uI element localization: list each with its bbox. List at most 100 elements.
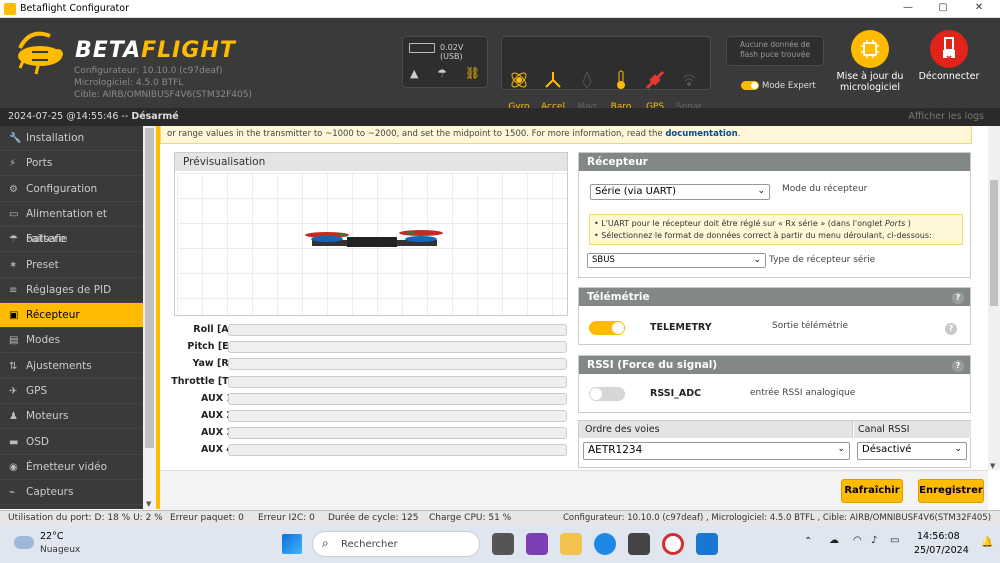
sidebar-item-label: GPS [26, 385, 48, 397]
logo-text: BETAFLIGHT [75, 38, 236, 63]
receiver-panel: Récepteur Série (via UART) ⌄ Mode du réce… [578, 152, 971, 278]
help-icon[interactable]: ? [952, 360, 964, 372]
betaflight-task-icon[interactable] [696, 533, 718, 555]
sidebar-item-r-glages-de-pid[interactable]: ≡ Réglages de PID [0, 278, 143, 303]
sidebar-item-failsafe[interactable]: ☂ Failsafe [0, 227, 143, 253]
sidebar-item-label: Installation [26, 132, 85, 144]
maximize-button[interactable]: ▢ [928, 2, 958, 16]
sidebar-item-installation[interactable]: 🔧 Installation [0, 126, 143, 151]
expert-mode-label: Mode Expert [762, 81, 816, 91]
expert-mode-toggle[interactable] [741, 81, 759, 90]
rssi-adc-toggle[interactable] [589, 387, 625, 401]
update-firmware-label: Mise à jour du micrologiciel [836, 71, 904, 93]
search-box[interactable]: ⌕ Rechercher [312, 531, 480, 557]
parachute-icon: ☂ [9, 234, 18, 246]
gear-icon: ⚙ [9, 183, 18, 195]
sidebar-item-osd[interactable]: ▬ OSD [0, 430, 143, 455]
opera-icon[interactable] [662, 533, 684, 555]
voltage-readout: 0.02V (USB) [440, 43, 464, 61]
show-logs-link[interactable]: Afficher les logs [908, 111, 984, 122]
main-scrollbar[interactable]: ▼ [988, 126, 1000, 470]
sidebar-item--metteur-vid-o[interactable]: ◉ Émetteur vidéo [0, 455, 143, 480]
sidebar-item-label: Ajustements [26, 359, 92, 372]
file-explorer-icon[interactable] [560, 533, 582, 555]
weather-desc[interactable]: Nuageux [40, 545, 80, 555]
osd-icon: ▬ [9, 436, 19, 448]
warning-icon: ▲ [410, 67, 419, 80]
channel-label: Yaw [R] [192, 358, 233, 370]
sidebar-item-label: Preset [26, 258, 59, 271]
chevron-down-icon: ⌄ [753, 255, 761, 265]
sidebar-item-preset[interactable]: ✶ Preset [0, 253, 143, 278]
receiver-notice: or range values in the transmitter to ~1… [160, 126, 972, 144]
adjust-icon: ⇅ [9, 360, 18, 372]
status-bar: Utilisation du port: D: 18 % U: 2 % Erre… [0, 510, 1000, 526]
update-firmware-button[interactable] [851, 30, 889, 68]
task-view-icon[interactable] [492, 533, 514, 555]
cpu-load: Charge CPU: 51 % [429, 513, 512, 523]
clock-date[interactable]: 25/07/2024 [914, 545, 969, 556]
sensor-icon: ⌁ [9, 487, 16, 499]
cloud-icon [14, 536, 34, 549]
sidebar-item-label: Capteurs [26, 486, 74, 499]
chevron-down-icon: ⌄ [757, 186, 765, 196]
sidebar-item-moteurs[interactable]: ♟ Moteurs [0, 404, 143, 430]
usb-disconnect-icon [943, 37, 955, 61]
sidebar-item-alimentation-et-batterie[interactable]: ▭ Alimentation et batterie [0, 202, 143, 245]
sidebar-scrollbar[interactable]: ▼ [143, 126, 156, 509]
chip-icon [861, 40, 879, 58]
sidebar-item-label: Ports [26, 157, 53, 170]
notification-icon[interactable]: 🔔 [981, 537, 993, 548]
cycle-time: Durée de cycle: 125 [328, 513, 419, 523]
sidebar-item-ports[interactable]: ⚡ Ports [0, 151, 143, 177]
sidebar-item-ajustements[interactable]: ⇅ Ajustements [0, 354, 143, 379]
modes-icon: ▤ [9, 335, 19, 347]
refresh-button[interactable]: Rafraîchir [841, 479, 903, 503]
help-icon[interactable]: ? [945, 323, 957, 335]
channel-row: Throttle [T] [156, 374, 576, 391]
status-datetime: 2024-07-25 @14:55:46 -- Désarmé [8, 111, 179, 122]
telemetry-title: Télémétrie [579, 288, 970, 306]
arm-state: Désarmé [131, 111, 179, 122]
sidebar-item-gps[interactable]: ✈ GPS [0, 379, 143, 404]
wifi-icon[interactable]: ◠ [853, 535, 862, 546]
clock-time[interactable]: 14:56:08 [917, 531, 960, 542]
sidebar-nav: 🔧 Installation ⚡ Ports ⚙ Configuration ▭ Alimen… [0, 126, 143, 509]
channel-row: AUX 2 [156, 408, 576, 425]
battery-icon: ▭ [9, 208, 19, 220]
rssi-channel-select[interactable]: Désactivé ⌄ [857, 442, 967, 460]
edge-icon[interactable] [594, 533, 616, 555]
battery-tray-icon[interactable]: ▭ [890, 535, 899, 546]
help-icon[interactable]: ? [952, 292, 964, 304]
tray-chevron-icon[interactable]: ⌃ [804, 536, 812, 547]
sidebar-item-r-cepteur[interactable]: ▣ Récepteur [0, 303, 143, 329]
disconnect-button[interactable] [930, 30, 968, 68]
receiver-info-box: • L'UART pour le récepteur doit être rég… [589, 214, 963, 245]
channel-bar [228, 444, 567, 457]
onedrive-icon[interactable]: ☁ [829, 535, 839, 546]
documentation-link[interactable]: documentation [665, 129, 737, 139]
rssi-adc-desc: entrée RSSI analogique [750, 388, 856, 398]
firmware-version: Micrologiciel: 4.5.0 BTFL [74, 78, 184, 88]
motor-icon: ♟ [9, 411, 18, 423]
telemetry-toggle[interactable] [589, 321, 625, 335]
save-button[interactable]: Enregistrer [918, 479, 984, 503]
weather-temp[interactable]: 22°C [40, 531, 63, 542]
receiver-mode-select[interactable]: Série (via UART) ⌄ [590, 184, 770, 200]
start-icon[interactable] [282, 534, 302, 554]
sidebar-item-label: OSD [26, 435, 50, 448]
channel-order-select[interactable]: AETR1234 ⌄ [583, 442, 850, 460]
close-window-button[interactable]: ✕ [964, 2, 994, 16]
volume-icon[interactable]: ♪ [871, 535, 877, 546]
flash-status: Aucune donnée de flash puce trouvée [726, 36, 824, 66]
receiver-icon: ▣ [9, 310, 19, 322]
serial-receiver-select[interactable]: SBUS ⌄ [587, 253, 766, 268]
sidebar-item-modes[interactable]: ▤ Modes [0, 328, 143, 354]
onenote-icon[interactable] [526, 533, 548, 555]
sidebar-item-configuration[interactable]: ⚙ Configuration [0, 177, 143, 202]
minimize-button[interactable]: — [893, 2, 923, 16]
sidebar-item-capteurs[interactable]: ⌁ Capteurs [0, 480, 143, 506]
channel-label: Throttle [T] [171, 375, 233, 387]
i2c-error: Erreur I2C: 0 [258, 513, 315, 523]
store-icon[interactable] [628, 533, 650, 555]
